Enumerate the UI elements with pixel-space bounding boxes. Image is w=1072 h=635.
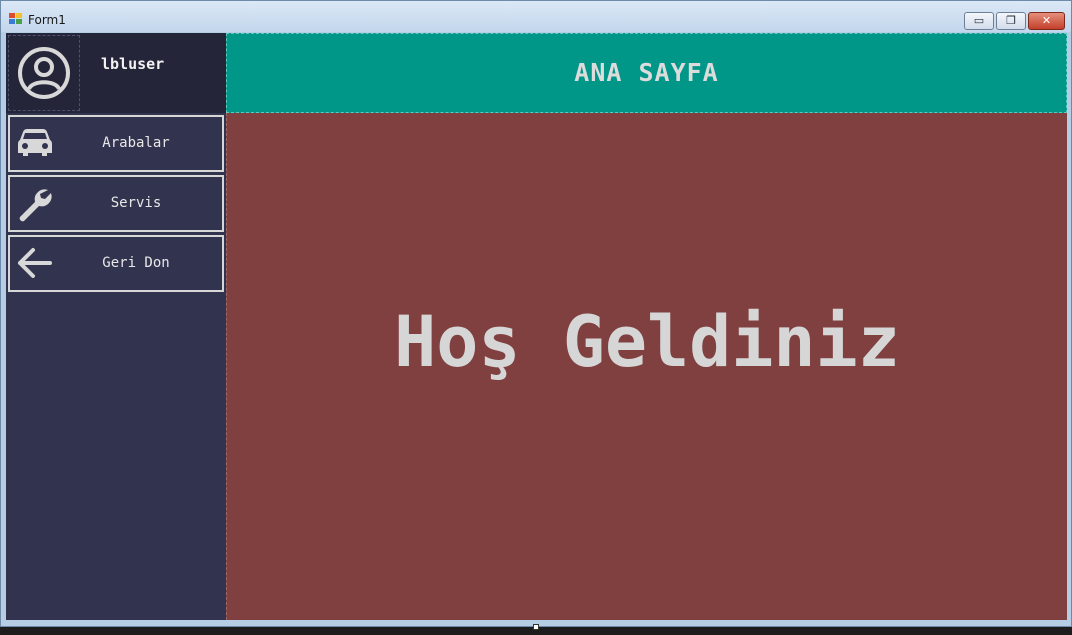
app-window: Form1 ▭ ❐ ✕ lbluser Arabalar Servis Geri… xyxy=(0,0,1072,627)
content-panel: Hoş Geldiniz xyxy=(226,113,1067,620)
welcome-text: Hoş Geldiniz xyxy=(394,301,900,383)
form-client-area: lbluser Arabalar Servis Geri Don ANA SAY… xyxy=(6,33,1067,620)
nav-label-arabalar: Arabalar xyxy=(102,135,170,151)
header-panel: ANA SAYFA xyxy=(226,33,1067,113)
username-label: lbluser xyxy=(101,55,165,73)
resize-grip[interactable] xyxy=(533,624,539,630)
avatar xyxy=(8,35,80,111)
window-title: Form1 xyxy=(28,13,66,27)
minimize-button[interactable]: ▭ xyxy=(964,12,994,30)
user-panel: lbluser xyxy=(6,33,226,113)
nav-button-servis[interactable]: Servis xyxy=(8,175,224,232)
nav-label-servis: Servis xyxy=(110,195,162,211)
page-title: ANA SAYFA xyxy=(574,58,719,87)
car-icon xyxy=(18,129,52,156)
app-icon xyxy=(9,13,23,24)
nav-button-arabalar[interactable]: Arabalar xyxy=(8,115,224,172)
close-button[interactable]: ✕ xyxy=(1028,12,1065,30)
wrench-icon xyxy=(19,189,52,222)
nav-button-geri-don[interactable]: Geri Don xyxy=(8,235,224,292)
maximize-button[interactable]: ❐ xyxy=(996,12,1026,30)
sidebar: lbluser Arabalar Servis Geri Don xyxy=(6,33,226,620)
arrow-left-icon xyxy=(18,248,52,278)
nav-label-geri-don: Geri Don xyxy=(102,255,170,271)
title-bar[interactable]: Form1 ▭ ❐ ✕ xyxy=(1,1,1071,32)
user-circle-icon xyxy=(18,47,70,99)
